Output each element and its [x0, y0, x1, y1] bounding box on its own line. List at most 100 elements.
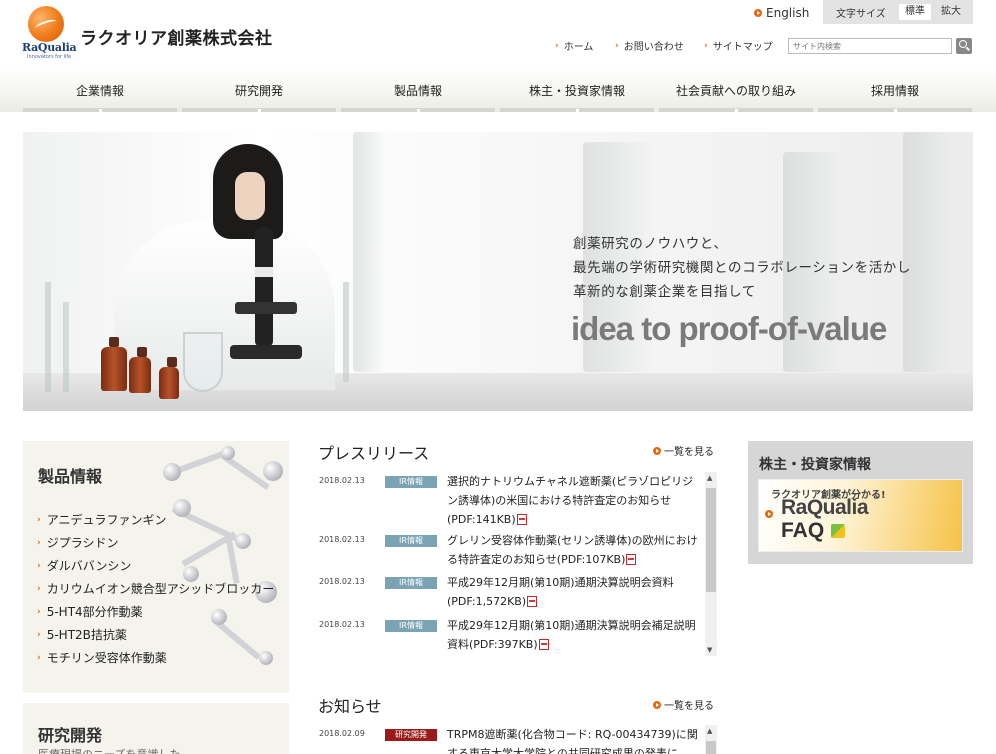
- chevron-right-icon: ›: [37, 514, 41, 525]
- faq-banner-brand: RaQualia: [781, 496, 869, 519]
- util-link-sitemap[interactable]: › サイトマップ: [704, 38, 773, 54]
- chevron-right-icon: ›: [37, 606, 41, 617]
- scroll-up-icon[interactable]: ▲: [707, 727, 712, 735]
- nav-investors[interactable]: 株主・投資家情報: [500, 68, 654, 112]
- nav-underline: [818, 108, 972, 112]
- font-size-label: 文字サイズ: [836, 8, 886, 20]
- press-text: 選択的ナトリウムチャネル遮断薬(ピラゾロピリジン誘導体)の米国における特許査定の…: [447, 475, 694, 526]
- pdf-icon: [516, 514, 527, 525]
- pdf-icon: [538, 639, 549, 650]
- nav-recruit[interactable]: 採用情報: [818, 68, 972, 112]
- nav-label: 採用情報: [870, 83, 919, 98]
- scroll-thumb[interactable]: [706, 488, 716, 592]
- nav-label: 企業情報: [75, 83, 124, 98]
- products-title: 製品情報: [38, 467, 103, 486]
- company-name[interactable]: ラクオリア創薬株式会社: [80, 24, 273, 49]
- nav-label: 株主・投資家情報: [528, 83, 625, 98]
- product-label: ジプラシドン: [46, 536, 119, 550]
- news-link[interactable]: TRPM8遮断薬(化合物コード: RQ-00434739)に関する東京大学大学院…: [447, 725, 699, 754]
- news-more-link[interactable]: 一覧を見る: [653, 697, 714, 712]
- category-badge: 研究開発: [385, 729, 437, 741]
- nav-company[interactable]: 企業情報: [23, 68, 177, 112]
- product-label: モチリン受容体作動薬: [46, 651, 167, 665]
- nav-underline: [23, 108, 177, 112]
- product-link[interactable]: › モチリン受容体作動薬: [37, 646, 274, 669]
- faq-banner-faq: FAQ: [781, 519, 825, 542]
- test-tube: [63, 302, 69, 392]
- arrow-bullet-icon: [765, 510, 773, 518]
- category-badge: IR情報: [385, 577, 437, 589]
- press-list: 2018.02.13 IR情報 選択的ナトリウムチャネル遮断薬(ピラゾロピリジン…: [317, 470, 719, 658]
- logo-tagline: Innovators for life: [27, 54, 72, 60]
- press-date: 2018.02.13: [319, 577, 365, 586]
- hero-tagline-line: 最先端の学術研究機関とのコラボレーションを活かし: [573, 260, 911, 276]
- arrow-bullet-icon: [653, 700, 661, 709]
- molecule-atom: [163, 463, 181, 481]
- category-badge: IR情報: [385, 535, 437, 547]
- english-link[interactable]: English: [754, 6, 809, 20]
- nav-underline: [659, 108, 813, 112]
- hero-banner: 創薬研究のノウハウと、 最先端の学術研究機関とのコラボレーションを活かし 革新的…: [23, 132, 973, 411]
- logo-wordmark[interactable]: RaQualia: [22, 41, 77, 54]
- reagent-bottle: [129, 347, 151, 393]
- util-link-label: ホーム: [563, 42, 594, 53]
- press-more-link[interactable]: 一覧を見る: [653, 443, 714, 458]
- category-badge: IR情報: [385, 476, 437, 488]
- news-scrollbar[interactable]: ▲: [705, 725, 717, 754]
- hero-slogan: idea to proof-of-value: [571, 310, 887, 347]
- arrow-bullet-icon: [653, 446, 661, 455]
- press-link[interactable]: 平成29年12月期(第10期)通期決算説明会資料(PDF:1,572KB): [447, 573, 699, 611]
- chevron-right-icon: ›: [555, 40, 559, 51]
- product-label: カリウムイオン競合型アシッドブロッカー: [46, 582, 275, 596]
- product-link[interactable]: › ジプラシドン: [37, 531, 274, 554]
- faq-banner[interactable]: ラクオリア創薬が分かる! RaQualia FAQ: [758, 479, 963, 552]
- products-panel: 製品情報 › アニデュラファンギン › ジプラシドン › ダルババンシン › カリウムイ…: [23, 441, 289, 693]
- product-link[interactable]: › ダルババンシン: [37, 554, 274, 577]
- product-link[interactable]: › 5-HT4部分作動薬: [37, 600, 274, 623]
- product-link[interactable]: › 5-HT2B拮抗薬: [37, 623, 274, 646]
- test-tube: [343, 282, 349, 382]
- press-text: 平成29年12月期(第10期)通期決算説明会資料(PDF:1,572KB): [447, 576, 674, 608]
- util-link-home[interactable]: › ホーム: [555, 38, 594, 54]
- research-panel[interactable]: 研究開発 医療現場のニーズを意識した: [23, 703, 289, 754]
- press-link[interactable]: グレリン受容体作動薬(セリン誘導体)の欧州における特許査定のお知らせ(PDF:1…: [447, 531, 699, 569]
- logo-mark[interactable]: [28, 6, 64, 42]
- glass-flask: [183, 332, 223, 392]
- microscope-image: [230, 227, 302, 359]
- investor-panel: 株主・投資家情報 ラクオリア創薬が分かる! RaQualia FAQ: [748, 441, 973, 564]
- press-text: グレリン受容体作動薬(セリン誘導体)の欧州における特許査定のお知らせ(PDF:1…: [447, 534, 698, 566]
- nav-underline: [500, 108, 654, 112]
- news-date: 2018.02.09: [319, 729, 365, 738]
- products-list: › アニデュラファンギン › ジプラシドン › ダルババンシン › カリウムイオン競合型…: [37, 508, 274, 669]
- search-button[interactable]: [956, 38, 972, 54]
- nav-csr[interactable]: 社会貢献への取り組み: [659, 68, 813, 112]
- product-label: アニデュラファンギン: [46, 513, 167, 527]
- util-link-contact[interactable]: › お問い合わせ: [615, 38, 684, 54]
- scroll-thumb[interactable]: [706, 741, 716, 754]
- press-scrollbar[interactable]: ▲ ▼: [705, 472, 717, 656]
- product-link[interactable]: › アニデュラファンギン: [37, 508, 274, 531]
- product-label: 5-HT2B拮抗薬: [46, 628, 127, 642]
- nav-products[interactable]: 製品情報: [341, 68, 495, 112]
- font-size-large[interactable]: 拡大: [935, 4, 967, 20]
- chevron-right-icon: ›: [704, 40, 708, 51]
- scroll-down-icon[interactable]: ▼: [707, 646, 712, 654]
- search-input[interactable]: [788, 38, 952, 54]
- nav-label: 研究開発: [234, 83, 283, 98]
- chevron-right-icon: ›: [37, 583, 41, 594]
- chevron-right-icon: ›: [37, 652, 41, 663]
- press-link[interactable]: 平成29年12月期(第10期)通期決算説明会補足説明資料(PDF:397KB): [447, 616, 699, 654]
- nav-label: 製品情報: [393, 83, 442, 98]
- product-link[interactable]: › カリウムイオン競合型アシッドブロッカー: [37, 577, 274, 600]
- press-link[interactable]: 選択的ナトリウムチャネル遮断薬(ピラゾロピリジン誘導体)の米国における特許査定の…: [447, 472, 699, 529]
- press-more-label: 一覧を見る: [664, 447, 714, 458]
- chevron-right-icon: ›: [37, 537, 41, 548]
- molecule-atom: [221, 446, 235, 460]
- arrow-bullet-icon: [754, 9, 762, 17]
- scroll-up-icon[interactable]: ▲: [707, 474, 712, 482]
- util-link-label: お問い合わせ: [623, 42, 684, 53]
- nav-research[interactable]: 研究開発: [182, 68, 336, 112]
- news-list: 2018.02.09 研究開発 TRPM8遮断薬(化合物コード: RQ-0043…: [317, 723, 719, 754]
- pdf-icon: [626, 554, 637, 565]
- font-size-standard[interactable]: 標準: [899, 4, 931, 20]
